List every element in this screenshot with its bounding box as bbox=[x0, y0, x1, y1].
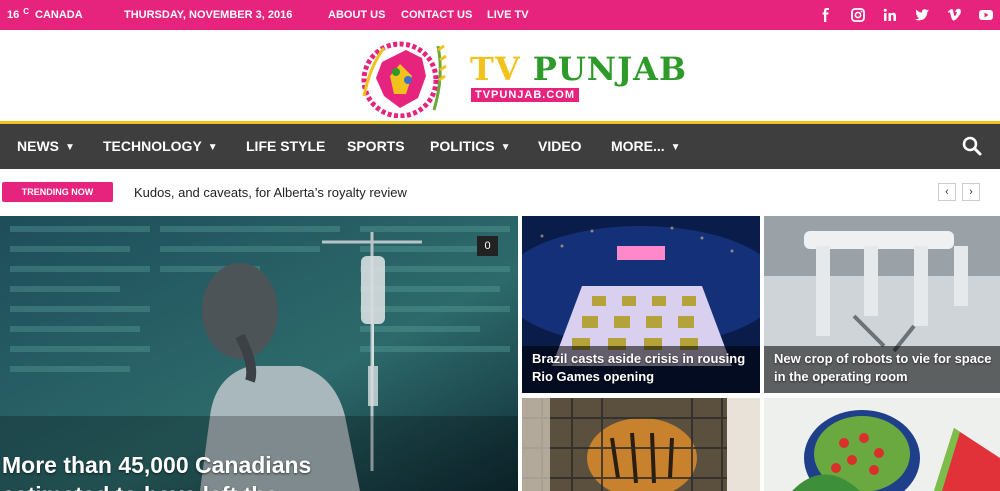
nav-label: LIFE STYLE bbox=[246, 138, 326, 154]
tiger-cage-image bbox=[522, 398, 760, 491]
vimeo-icon[interactable] bbox=[945, 6, 963, 24]
featured-article-4[interactable] bbox=[764, 398, 1000, 491]
contact-us-link[interactable]: CONTACT US bbox=[401, 9, 472, 21]
trending-next-button[interactable]: › bbox=[962, 183, 980, 201]
featured-main-title[interactable]: More than 45,000 Canadians estimated to … bbox=[2, 450, 382, 491]
logo-wordmark: TV PUNJAB bbox=[470, 50, 687, 88]
temperature: 16 bbox=[7, 9, 20, 21]
punjab-map-emblem-icon bbox=[361, 41, 447, 119]
chevron-left-icon: ‹ bbox=[945, 186, 949, 198]
featured-article-2-title[interactable]: New crop of robots to vie for space in t… bbox=[774, 350, 994, 386]
logo-domain: TVPUNJAB.COM bbox=[471, 88, 580, 102]
twitter-icon[interactable] bbox=[913, 6, 931, 24]
salad-watermelon-image bbox=[764, 398, 1000, 491]
nav-item-video[interactable]: VIDEO bbox=[538, 138, 582, 154]
chevron-down-icon: ▼ bbox=[207, 142, 218, 153]
chevron-down-icon: ▼ bbox=[500, 142, 511, 153]
chevron-down-icon: ▼ bbox=[65, 142, 75, 153]
main-navigation: NEWS ▼ TECHNOLOGY ▼ LIFE STYLE SPORTS POLI… bbox=[0, 124, 1000, 169]
trending-headline[interactable]: Kudos, and caveats, for Alberta’s royalt… bbox=[134, 185, 407, 200]
nav-label: SPORTS bbox=[347, 138, 405, 154]
about-us-link[interactable]: ABOUT US bbox=[328, 9, 385, 21]
nav-item-technology[interactable]: TECHNOLOGY ▼ bbox=[103, 138, 218, 154]
search-icon[interactable] bbox=[962, 136, 982, 156]
comment-count-badge[interactable]: 0 bbox=[477, 236, 498, 256]
nav-item-sports[interactable]: SPORTS bbox=[347, 138, 405, 154]
chevron-right-icon: › bbox=[969, 186, 973, 198]
top-bar: 16 C CANADA THURSDAY, NOVEMBER 3, 2016 ABO… bbox=[0, 0, 1000, 30]
live-tv-link[interactable]: LIVE TV bbox=[487, 9, 529, 21]
nav-item-life-style[interactable]: LIFE STYLE bbox=[246, 138, 325, 154]
facebook-icon[interactable] bbox=[817, 6, 835, 24]
featured-article-3[interactable] bbox=[522, 398, 760, 491]
logo-tv: TV bbox=[470, 50, 521, 88]
weather-widget: 16 C CANADA bbox=[7, 7, 83, 21]
trending-badge: TRENDING NOW bbox=[2, 182, 113, 202]
trending-bar: TRENDING NOW Kudos, and caveats, for Alb… bbox=[0, 169, 1000, 216]
nav-label: VIDEO bbox=[538, 138, 582, 154]
nav-item-news[interactable]: NEWS ▼ bbox=[17, 138, 75, 154]
weather-location: CANADA bbox=[35, 9, 83, 21]
featured-article-2[interactable]: New crop of robots to vie for space in t… bbox=[764, 216, 1000, 393]
nav-label: MORE... bbox=[611, 138, 665, 154]
trending-prev-button[interactable]: ‹ bbox=[938, 183, 956, 201]
nav-item-politics[interactable]: POLITICS ▼ bbox=[430, 138, 510, 154]
nav-item-more[interactable]: MORE... ▼ bbox=[611, 138, 681, 154]
nav-label: POLITICS bbox=[430, 138, 495, 154]
logo-name: PUNJAB bbox=[532, 50, 688, 88]
nav-label: TECHNOLOGY bbox=[103, 138, 202, 154]
chevron-down-icon: ▼ bbox=[670, 142, 681, 153]
youtube-icon[interactable] bbox=[977, 6, 995, 24]
temperature-unit: C bbox=[23, 7, 30, 16]
site-logo[interactable]: TV PUNJAB TVPUNJAB.COM bbox=[360, 36, 686, 119]
site-header: TV PUNJAB TVPUNJAB.COM bbox=[0, 30, 1000, 122]
current-date: THURSDAY, NOVEMBER 3, 2016 bbox=[124, 9, 293, 21]
featured-main-article[interactable]: More than 45,000 Canadians estimated to … bbox=[0, 216, 518, 491]
linkedin-icon[interactable] bbox=[881, 6, 899, 24]
featured-article-1-title[interactable]: Brazil casts aside crisis in rousing Rio… bbox=[532, 350, 752, 386]
nav-label: NEWS bbox=[17, 138, 59, 154]
featured-article-1[interactable]: Brazil casts aside crisis in rousing Rio… bbox=[522, 216, 760, 393]
instagram-icon[interactable] bbox=[849, 6, 867, 24]
